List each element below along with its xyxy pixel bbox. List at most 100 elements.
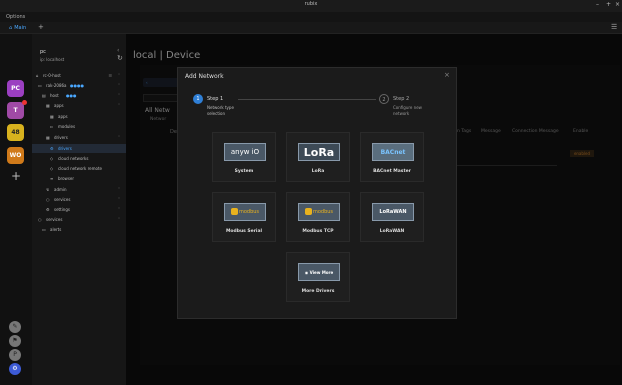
step2-subtitle: network — [393, 111, 410, 116]
workspace-wo[interactable]: WO — [7, 147, 24, 164]
workspace-pc[interactable]: PC — [7, 80, 24, 97]
step1-indicator: 1 — [193, 94, 203, 104]
host-ip: ip: localhost — [40, 57, 65, 62]
tree-item[interactable]: ▦ drivers ˄ — [32, 133, 126, 142]
tab-bar: ⌂ Main + ☰ — [0, 22, 622, 34]
chevron-down-icon[interactable]: ˄ — [118, 91, 120, 100]
tree-item[interactable]: ⌂ rc-0-host ☰ ˄ — [32, 71, 126, 80]
network-card-lorawan[interactable]: LoRaWAN LoRaWAN — [360, 192, 424, 242]
lora-logo: LoRa — [298, 143, 340, 161]
tab-main[interactable]: ⌂ Main — [5, 24, 30, 32]
card-label: System — [234, 169, 254, 174]
tree-item-label: browser — [58, 176, 75, 181]
tree-panel: ‹ pc ip: localhost ↻ ⌂ rc-0-host ☰ ˄ ▭ rak-2… — [32, 34, 126, 385]
modbus-logo: modbus — [298, 203, 340, 221]
step2-title: Step 2 — [393, 96, 410, 102]
tree-item-selected[interactable]: ⚙ drivers — [32, 144, 126, 153]
tree-item[interactable]: ▫ modules — [32, 122, 126, 131]
tree-item[interactable]: ◇ cloud networks — [32, 154, 126, 163]
tree-item-label: drivers — [54, 135, 68, 140]
module-icon: ▫ — [50, 124, 53, 129]
tree-item-label: rak-2086a — [46, 83, 67, 88]
workspace-t[interactable]: T — [7, 102, 24, 119]
paint-icon[interactable]: ✎ — [9, 321, 21, 333]
tree-item[interactable]: ▦ apps ˄ — [32, 101, 126, 110]
chevron-down-icon[interactable]: ˄ — [118, 71, 120, 80]
tree-item-label: drivers — [58, 146, 72, 151]
services-icon: ○ — [38, 217, 42, 222]
refresh-icon[interactable]: ↻ — [117, 54, 123, 62]
alert-icon: ▭ — [42, 227, 46, 232]
card-label: Modbus Serial — [225, 229, 263, 234]
workspace-rail: PC T 48 WO + ✎ ⚑ P ⚙ — [0, 34, 32, 385]
minimize-icon[interactable]: – — [596, 1, 599, 8]
tree-item[interactable]: ▭ rak-2086a ●●●● ˄ — [32, 81, 126, 90]
menu-bar: Options — [0, 12, 622, 22]
modbus-logo: modbus — [224, 203, 266, 221]
drivers-icon: ▦ — [46, 135, 50, 140]
network-card-bacnet[interactable]: BACnet BACnet Master — [360, 132, 424, 182]
tree-item-label: host — [50, 93, 59, 98]
menu-icon[interactable]: ☰ — [108, 71, 112, 80]
add-tab-button[interactable]: + — [38, 23, 44, 31]
chevron-down-icon[interactable]: ˅ — [118, 185, 120, 194]
chevron-down-icon[interactable]: ˄ — [118, 215, 120, 224]
step2-indicator: 2 — [379, 94, 389, 104]
tree-item-label: rc-0-host — [43, 73, 61, 78]
tree-item[interactable]: ◇ cloud network remote — [32, 164, 126, 173]
network-card-lora[interactable]: LoRa LoRa — [286, 132, 350, 182]
card-label: LoRa — [311, 169, 325, 174]
device-icon: ▭ — [38, 83, 42, 88]
options-menu[interactable]: Options — [6, 14, 25, 20]
card-label: BACnet Master — [373, 169, 411, 174]
host-icon: ▤ — [42, 93, 46, 98]
bookmark-icon[interactable]: ⚑ — [9, 335, 21, 347]
tree-item-label: cloud network remote — [58, 166, 103, 171]
close-icon[interactable]: × — [615, 1, 620, 8]
browser-icon: ≡ — [50, 176, 54, 181]
chevron-down-icon[interactable]: ˄ — [118, 133, 120, 142]
chevron-down-icon[interactable]: ˄ — [118, 81, 120, 90]
tree-item-label: services — [46, 217, 63, 222]
drivers-icon: ⚙ — [50, 146, 54, 151]
apps-icon: ▦ — [46, 103, 50, 108]
tree-item[interactable]: ▦ apps — [32, 112, 126, 121]
card-label: Modbus TCP — [302, 229, 334, 234]
chevron-down-icon[interactable]: ˅ — [118, 205, 120, 214]
tree-item[interactable]: ▭ alerts — [32, 225, 126, 234]
chevron-down-icon[interactable]: ˅ — [118, 195, 120, 204]
tree-item[interactable]: ≡ browser — [32, 174, 126, 183]
step1-title: Step 1 — [207, 96, 224, 102]
close-icon[interactable]: × — [444, 71, 450, 79]
tree-item[interactable]: ↯ admin ˅ — [32, 185, 126, 194]
layout-icon[interactable]: ☰ — [611, 23, 617, 31]
network-card-more-drivers[interactable]: ◉ View More More Drivers — [286, 252, 350, 302]
add-workspace-button[interactable]: + — [11, 169, 21, 183]
admin-icon: ↯ — [46, 187, 50, 192]
tree-item-label: modules — [58, 124, 76, 129]
anywhereio-logo: anyw iO — [224, 143, 266, 161]
card-label: LoRaWAN — [379, 229, 405, 234]
network-card-modbus-serial[interactable]: modbus Modbus Serial — [212, 192, 276, 242]
tree-item[interactable]: ○ services ˄ — [32, 215, 126, 224]
network-card-modbus-tcp[interactable]: modbus Modbus TCP — [286, 192, 350, 242]
collapse-icon[interactable]: ‹ — [117, 47, 119, 54]
home-icon: ⌂ — [9, 25, 13, 31]
chevron-down-icon[interactable]: ˄ — [118, 101, 120, 110]
tree-item-label: apps — [58, 114, 68, 119]
host-name: pc — [40, 49, 46, 55]
tab-main-label: Main — [14, 25, 27, 31]
network-card-system[interactable]: anyw iO System — [212, 132, 276, 182]
workspace-48[interactable]: 48 — [7, 124, 24, 141]
gear-icon: ⚙ — [46, 207, 50, 212]
plugin-icon[interactable]: P — [9, 349, 21, 361]
tree-item[interactable]: ⚙ settings ˅ — [32, 205, 126, 214]
title-bar: rubix – + × — [0, 0, 622, 12]
dialog-title: Add Network — [185, 73, 224, 80]
cloud-icon: ◇ — [50, 166, 54, 171]
settings-icon[interactable]: ⚙ — [9, 363, 21, 375]
services-icon: ○ — [46, 197, 50, 202]
tree-item[interactable]: ▤ host ●●● ˄ — [32, 91, 126, 100]
maximize-icon[interactable]: + — [606, 1, 611, 8]
tree-item[interactable]: ○ services ˅ — [32, 195, 126, 204]
